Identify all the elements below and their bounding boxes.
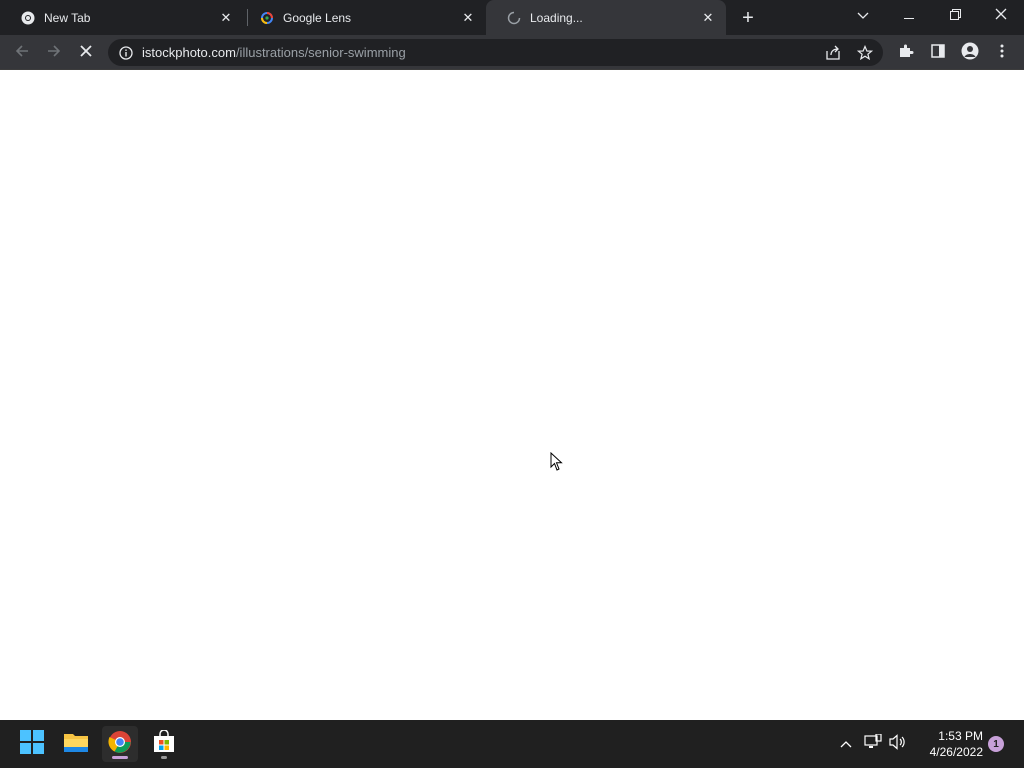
- url-text[interactable]: istockphoto.com/illustrations/senior-swi…: [142, 45, 406, 60]
- store-bag-icon: [152, 728, 176, 759]
- url-path: /illustrations/senior-swimming: [235, 45, 406, 60]
- share-icon[interactable]: [824, 44, 842, 62]
- minimize-icon: [904, 7, 914, 25]
- chrome-icon: [108, 730, 132, 759]
- store-button[interactable]: [146, 726, 182, 762]
- minimize-button[interactable]: [886, 0, 932, 32]
- running-indicator: [161, 756, 167, 759]
- taskbar: 1:53 PM 4/26/2022: [0, 720, 1024, 768]
- folder-icon: [63, 731, 89, 758]
- side-panel-icon: [930, 43, 946, 64]
- star-icon[interactable]: [856, 44, 874, 62]
- restore-icon: [949, 7, 961, 25]
- chevron-down-icon: [857, 7, 869, 25]
- close-icon: [995, 7, 1007, 25]
- loading-spinner-icon: [506, 10, 522, 26]
- tab-google-lens[interactable]: Google Lens ✕: [239, 0, 486, 35]
- restore-button[interactable]: [932, 0, 978, 32]
- tab-loading[interactable]: Loading... ✕: [486, 0, 726, 35]
- address-bar[interactable]: istockphoto.com/illustrations/senior-swi…: [108, 39, 883, 66]
- forward-button[interactable]: [40, 39, 68, 67]
- tab-close-icon[interactable]: ✕: [216, 8, 236, 28]
- chevron-up-icon: [840, 735, 852, 753]
- browser-toolbar: istockphoto.com/illustrations/senior-swi…: [0, 35, 1024, 70]
- mouse-cursor-icon: [550, 451, 566, 474]
- tab-title: Loading...: [530, 10, 583, 25]
- tab-close-icon[interactable]: ✕: [698, 8, 718, 28]
- page-content[interactable]: [0, 71, 1024, 720]
- stop-loading-button[interactable]: [72, 39, 100, 67]
- extensions-button[interactable]: [892, 39, 920, 67]
- back-button[interactable]: [8, 39, 36, 67]
- person-icon: [961, 42, 979, 65]
- arrow-right-icon: [46, 43, 62, 64]
- close-icon: [79, 44, 93, 63]
- tab-title: New Tab: [44, 10, 91, 25]
- more-vert-icon: [1000, 44, 1004, 63]
- network-status[interactable]: [862, 732, 884, 756]
- show-hidden-icons-button[interactable]: [835, 732, 857, 756]
- puzzle-icon: [898, 43, 914, 64]
- clock-date: 4/26/2022: [929, 745, 983, 759]
- tab-title: Google Lens: [283, 10, 352, 25]
- close-window-button[interactable]: [978, 0, 1024, 32]
- info-icon[interactable]: [118, 45, 134, 61]
- tab-search-button[interactable]: [840, 0, 886, 32]
- file-explorer-button[interactable]: [58, 726, 94, 762]
- chrome-icon: [20, 10, 36, 26]
- clock-time: 1:53 PM: [938, 729, 983, 743]
- chrome-taskbar-button[interactable]: [102, 726, 138, 762]
- tab-new-tab[interactable]: New Tab ✕: [0, 0, 244, 35]
- active-indicator: [112, 756, 128, 759]
- windows-logo-icon: [20, 729, 44, 759]
- new-tab-button[interactable]: +: [735, 5, 761, 31]
- start-button[interactable]: [14, 726, 50, 762]
- system-clock[interactable]: 1:53 PM 4/26/2022: [913, 728, 983, 760]
- url-host: istockphoto.com: [142, 45, 236, 60]
- side-panel-button[interactable]: [924, 39, 952, 67]
- speaker-icon: [889, 733, 907, 755]
- network-icon: [864, 732, 882, 755]
- menu-button[interactable]: [988, 39, 1016, 67]
- notification-badge[interactable]: 1: [988, 736, 1004, 752]
- profile-button[interactable]: [956, 39, 984, 67]
- tab-close-icon[interactable]: ✕: [458, 8, 478, 28]
- google-lens-icon: [259, 10, 275, 26]
- tab-strip: New Tab ✕ Google Lens ✕ Loading... ✕ +: [0, 0, 1024, 35]
- volume-control[interactable]: [887, 732, 909, 756]
- arrow-left-icon: [14, 43, 30, 64]
